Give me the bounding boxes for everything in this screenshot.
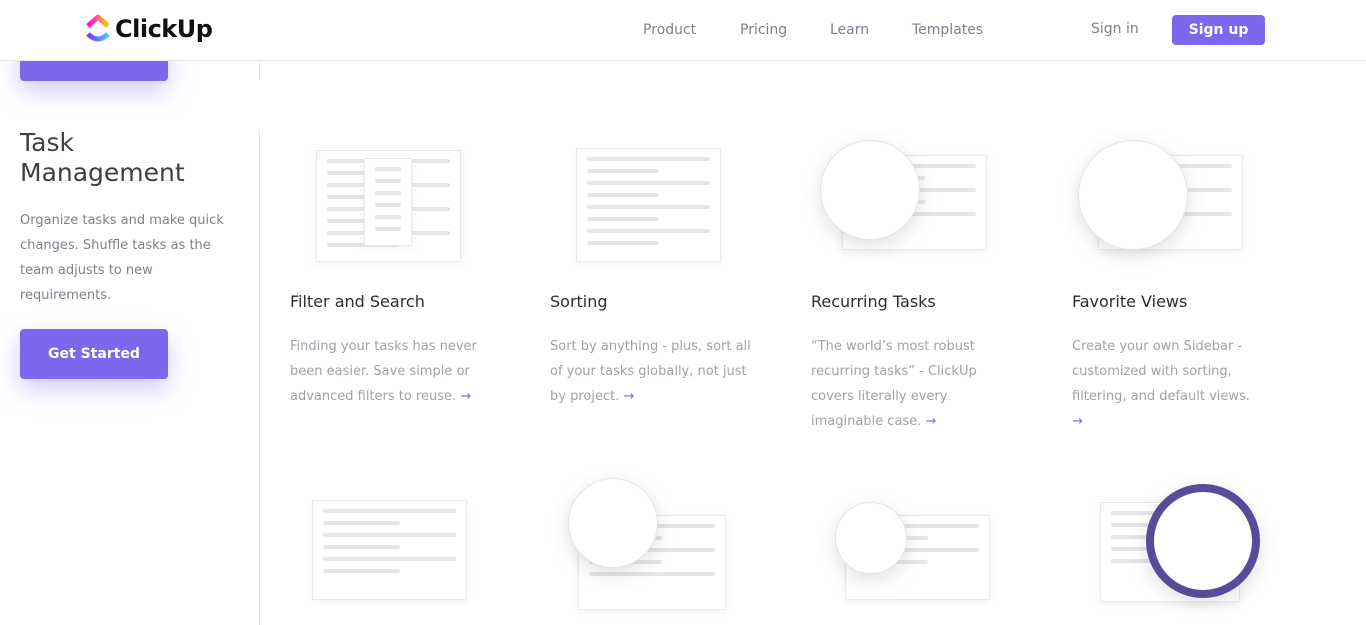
feature-description: Sort by anything - plus, sort all of you… (550, 339, 751, 404)
arrow-right-icon[interactable]: → (925, 414, 936, 429)
feature-description: Create your own Sidebar - customized wit… (1072, 339, 1250, 429)
clickup-logo[interactable]: ClickUp (85, 14, 213, 44)
divider (259, 130, 260, 625)
arrow-right-icon[interactable]: → (1072, 414, 1083, 429)
notifications-magnifier (1146, 484, 1260, 598)
sorting-illustration (576, 148, 721, 262)
clickup-logo-icon (86, 14, 110, 42)
feature-title: Sorting (550, 292, 608, 311)
feature-description: Finding your tasks has never been easier… (290, 339, 477, 404)
get-started-button[interactable]: Get Started (20, 329, 168, 379)
board-magnifier (568, 478, 658, 568)
section-description: Organize tasks and make quick changes. S… (20, 213, 224, 303)
task-toolbar-illustration (312, 500, 467, 600)
feature-description: “The world’s most robust recurring tasks… (811, 339, 977, 429)
feature-title: Filter and Search (290, 292, 425, 311)
nav-templates[interactable]: Templates (912, 22, 983, 38)
favorite-views-magnifier (1078, 140, 1188, 250)
sign-in-link[interactable]: Sign in (1091, 21, 1139, 37)
nav-pricing[interactable]: Pricing (740, 22, 787, 38)
list-magnifier (835, 502, 907, 574)
filter-dropdown-illustration (364, 158, 412, 246)
site-header: ClickUp Product Pricing Learn Templates … (0, 0, 1366, 61)
divider (259, 61, 260, 80)
arrow-right-icon[interactable]: → (623, 389, 634, 404)
recurring-magnifier (820, 140, 920, 240)
arrow-right-icon[interactable]: → (460, 389, 471, 404)
feature-title: Favorite Views (1072, 292, 1188, 311)
sign-up-button[interactable]: Sign up (1172, 15, 1265, 45)
nav-learn[interactable]: Learn (830, 22, 869, 38)
nav-product[interactable]: Product (643, 22, 696, 38)
section-title: Task Management (20, 128, 185, 187)
feature-title: Recurring Tasks (811, 292, 936, 311)
